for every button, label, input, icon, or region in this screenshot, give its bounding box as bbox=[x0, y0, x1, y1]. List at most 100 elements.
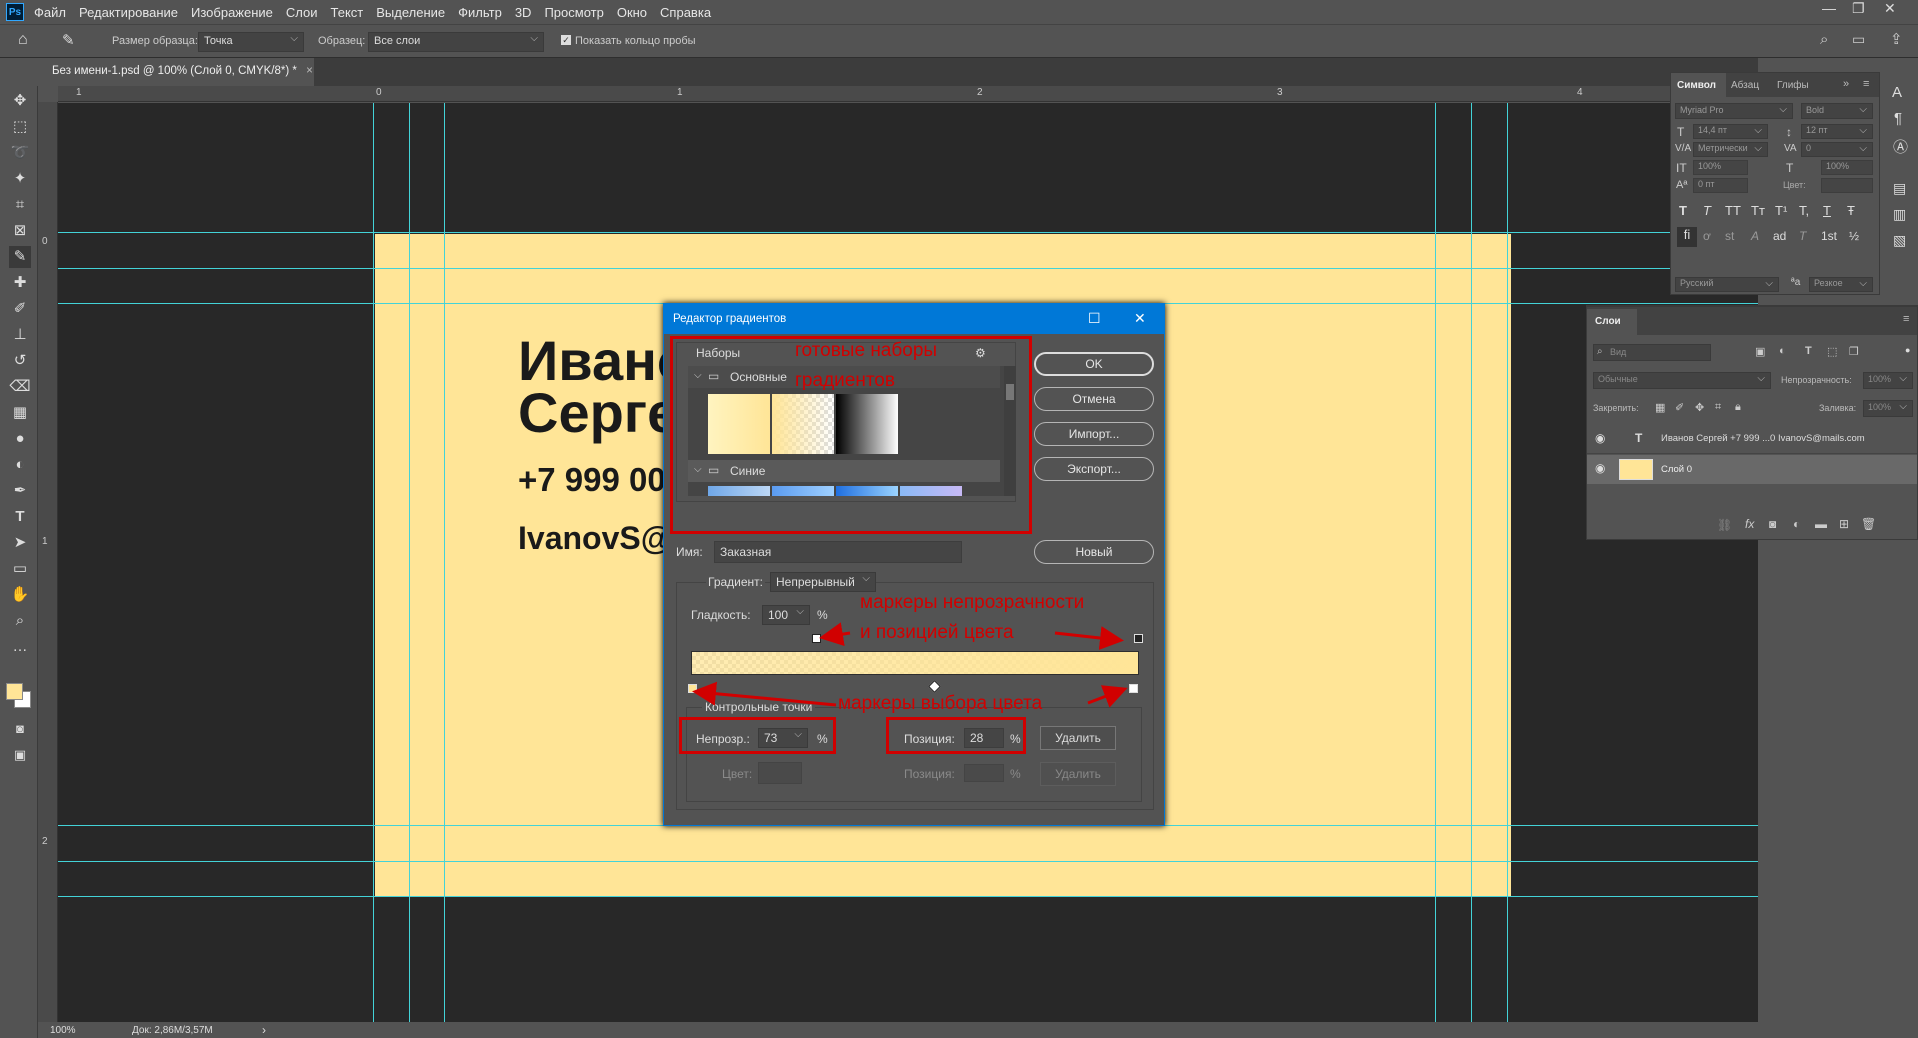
small-caps-button[interactable]: Tт bbox=[1751, 203, 1765, 218]
dialog-close-icon[interactable]: ✕ bbox=[1134, 310, 1146, 327]
kerning-select[interactable]: Метрически bbox=[1693, 142, 1768, 157]
ordinals-button[interactable]: 1st bbox=[1821, 229, 1837, 243]
search-icon[interactable]: ⌕ bbox=[1820, 31, 1828, 48]
layer-row[interactable]: ◉ T Иванов Сергей +7 999 ...0 IvanovS@ma… bbox=[1587, 425, 1917, 454]
menu-layers[interactable]: Слои bbox=[286, 5, 318, 20]
link-layers-icon[interactable]: ⛓︎ bbox=[1717, 518, 1732, 532]
stamp-tool-icon[interactable]: ⊥ bbox=[9, 324, 31, 346]
delete-opacity-stop-button[interactable]: Удалить bbox=[1040, 726, 1116, 750]
subscript-button[interactable]: T, bbox=[1799, 203, 1809, 218]
lock-artboard-icon[interactable]: ⌗ bbox=[1715, 401, 1721, 414]
gradient-preview-bar[interactable] bbox=[691, 651, 1139, 675]
cancel-button[interactable]: Отмена bbox=[1034, 387, 1154, 411]
gradient-tool-icon[interactable]: ▦ bbox=[9, 402, 31, 424]
sample-select[interactable]: Все слои bbox=[368, 32, 544, 52]
minimize-icon[interactable]: — bbox=[1822, 0, 1836, 16]
layer-filter-input[interactable]: ⌕ Вид bbox=[1593, 344, 1711, 361]
adjustment-layer-icon[interactable]: ◐ bbox=[1793, 517, 1800, 531]
menu-view[interactable]: Просмотр bbox=[544, 5, 603, 20]
quick-mask-icon[interactable]: ◙ bbox=[9, 718, 31, 740]
fractions-button[interactable]: ½ bbox=[1849, 229, 1859, 243]
eraser-tool-icon[interactable]: ⌫ bbox=[9, 376, 31, 398]
faux-italic-button[interactable]: T bbox=[1703, 203, 1711, 218]
export-button[interactable]: Экспорт... bbox=[1034, 457, 1154, 481]
zoom-level[interactable]: 100% bbox=[50, 1025, 76, 1036]
ordinals-alt-button[interactable]: T bbox=[1799, 229, 1806, 243]
color-stop-marker[interactable] bbox=[688, 684, 697, 693]
foreground-color-swatch[interactable] bbox=[6, 683, 23, 700]
share-icon[interactable]: ⇪ bbox=[1890, 30, 1903, 48]
menu-3d[interactable]: 3D bbox=[515, 5, 532, 20]
collapse-icon[interactable]: » bbox=[1843, 78, 1849, 90]
font-family-select[interactable]: Myriad Pro bbox=[1675, 103, 1793, 119]
healing-brush-tool-icon[interactable]: ✚ bbox=[9, 272, 31, 294]
layer-row-selected[interactable]: ◉ Слой 0 bbox=[1587, 455, 1917, 484]
tab-layers[interactable]: Слои bbox=[1587, 309, 1637, 335]
layers-panel-menu-icon[interactable]: ≡ bbox=[1903, 313, 1909, 325]
show-ring-checkbox[interactable]: ✓ bbox=[561, 35, 571, 45]
move-tool-icon[interactable]: ✥ bbox=[9, 90, 31, 112]
blur-tool-icon[interactable]: ● bbox=[9, 428, 31, 450]
character-panel-icon[interactable]: A bbox=[1892, 84, 1902, 101]
filter-type-icon[interactable]: T bbox=[1805, 345, 1812, 357]
faux-bold-button[interactable]: T bbox=[1679, 203, 1687, 218]
photoshop-logo-icon[interactable]: Ps bbox=[6, 3, 24, 21]
blend-mode-select[interactable]: Обычные bbox=[1593, 372, 1771, 389]
gradient-name-input[interactable]: Заказная bbox=[714, 541, 962, 563]
paragraph-panel-icon[interactable]: ¶ bbox=[1894, 110, 1902, 127]
font-size-select[interactable]: 14,4 пт bbox=[1693, 124, 1768, 139]
strikethrough-button[interactable]: Ŧ bbox=[1847, 203, 1855, 218]
opacity-stop-marker[interactable] bbox=[1134, 634, 1143, 643]
rectangle-tool-icon[interactable]: ▭ bbox=[9, 558, 31, 580]
filter-pixel-icon[interactable]: ▣ bbox=[1755, 345, 1765, 358]
color-stop-marker[interactable] bbox=[1129, 684, 1138, 693]
import-button[interactable]: Импорт... bbox=[1034, 422, 1154, 446]
restore-icon[interactable]: ❐ bbox=[1852, 0, 1865, 17]
new-group-icon[interactable]: ▬ bbox=[1815, 517, 1827, 531]
menu-select[interactable]: Выделение bbox=[376, 5, 445, 20]
maximize-icon[interactable]: ☐ bbox=[1088, 310, 1101, 327]
workspace-icon[interactable]: ▭ bbox=[1852, 31, 1865, 48]
layer-style-icon[interactable]: fx bbox=[1745, 517, 1754, 531]
status-menu-arrow[interactable]: › bbox=[262, 1023, 266, 1037]
menu-window[interactable]: Окно bbox=[617, 5, 647, 20]
smoothness-select[interactable]: 100 bbox=[762, 605, 810, 625]
adjustments-panel-icon[interactable]: ▧ bbox=[1893, 232, 1906, 249]
delete-color-stop-button[interactable]: Удалить bbox=[1040, 762, 1116, 786]
home-icon[interactable]: ⌂ bbox=[18, 31, 28, 49]
layer-name[interactable]: Иванов Сергей +7 999 ...0 IvanovS@mails.… bbox=[1661, 433, 1865, 444]
lock-transparent-icon[interactable]: ▦ bbox=[1655, 401, 1665, 414]
layer-name[interactable]: Слой 0 bbox=[1661, 464, 1692, 475]
menu-help[interactable]: Справка bbox=[660, 5, 711, 20]
visibility-eye-icon[interactable]: ◉ bbox=[1595, 461, 1605, 475]
layer-opacity-select[interactable]: 100% bbox=[1863, 372, 1913, 389]
lock-pixels-icon[interactable]: ✐ bbox=[1675, 401, 1684, 414]
leading-select[interactable]: 12 пт bbox=[1801, 124, 1873, 139]
new-layer-icon[interactable]: ⊞ bbox=[1839, 517, 1849, 531]
swash-button[interactable]: A bbox=[1751, 229, 1759, 243]
color-position-input[interactable] bbox=[964, 764, 1004, 782]
crop-tool-icon[interactable]: ⌗ bbox=[9, 194, 31, 216]
type-tool-icon[interactable]: T bbox=[9, 506, 31, 528]
filter-adjust-icon[interactable]: ◐ bbox=[1779, 345, 1786, 357]
stylistic-alt-button[interactable]: st bbox=[1725, 229, 1734, 243]
all-caps-button[interactable]: TT bbox=[1725, 203, 1741, 218]
dodge-tool-icon[interactable]: ◐ bbox=[9, 454, 31, 476]
tab-paragraph[interactable]: Абзац bbox=[1731, 80, 1759, 91]
lock-position-icon[interactable]: ✥ bbox=[1695, 401, 1704, 414]
add-mask-icon[interactable]: ◙ bbox=[1769, 517, 1776, 531]
eyedropper-icon[interactable]: ✎ bbox=[62, 31, 75, 49]
opacity-stop-marker[interactable] bbox=[812, 634, 821, 643]
fill-select[interactable]: 100% bbox=[1863, 400, 1913, 417]
screen-mode-icon[interactable]: ▣ bbox=[9, 744, 31, 766]
filter-shape-icon[interactable]: ⬚ bbox=[1827, 345, 1837, 358]
antialias-select[interactable]: Резкое bbox=[1809, 277, 1873, 292]
superscript-button[interactable]: T¹ bbox=[1775, 203, 1787, 218]
document-tab-close-icon[interactable]: × bbox=[306, 65, 313, 77]
alt-ligatures-button[interactable]: ơ bbox=[1703, 229, 1711, 243]
new-button[interactable]: Новый bbox=[1034, 540, 1154, 564]
lasso-tool-icon[interactable]: ➰ bbox=[9, 142, 31, 164]
underline-button[interactable]: T bbox=[1823, 203, 1831, 218]
filter-smart-icon[interactable]: ❐ bbox=[1849, 345, 1859, 358]
brush-tool-icon[interactable]: ✐ bbox=[9, 298, 31, 320]
